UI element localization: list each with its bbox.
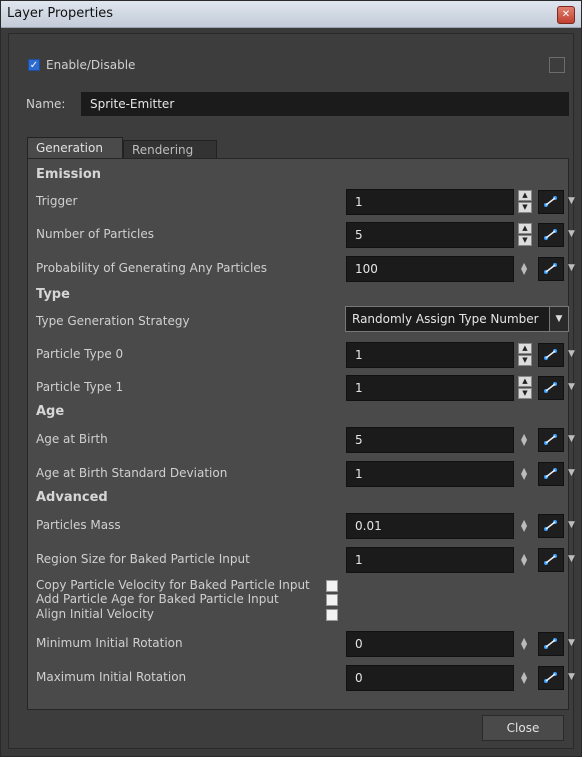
age-at-birth-stepper[interactable]: ▲ ▼: [521, 433, 527, 447]
tab-rendering[interactable]: Rendering: [123, 140, 217, 159]
min-rotation-label: Minimum Initial Rotation: [36, 636, 183, 650]
enable-checkbox[interactable]: ✓: [28, 59, 40, 71]
generation-panel: Emission Trigger 1 ▲ ▼ ▼ Number of Partic…: [27, 158, 575, 710]
probability-label: Probability of Generating Any Particles: [36, 261, 267, 275]
particle-type-0-function-button[interactable]: [538, 343, 564, 367]
max-rotation-field[interactable]: 0: [346, 665, 514, 691]
add-age-label: Add Particle Age for Baked Particle Inpu…: [36, 592, 279, 606]
add-age-checkbox[interactable]: [326, 594, 338, 606]
particle-type-0-menu-arrow[interactable]: ▼: [568, 349, 575, 359]
trigger-menu-arrow[interactable]: ▼: [568, 196, 575, 206]
particle-type-1-menu-arrow[interactable]: ▼: [568, 382, 575, 392]
region-size-field[interactable]: 1: [346, 547, 514, 573]
region-size-function-button[interactable]: [538, 548, 564, 572]
name-field[interactable]: Sprite-Emitter: [81, 92, 569, 116]
function-curve-icon: [544, 434, 557, 445]
particles-mass-label: Particles Mass: [36, 518, 121, 532]
trigger-stepper[interactable]: ▲ ▼: [518, 190, 532, 214]
max-rotation-menu-arrow[interactable]: ▼: [568, 672, 575, 682]
function-curve-icon: [544, 672, 557, 683]
particles-mass-stepper[interactable]: ▲ ▼: [521, 519, 527, 533]
particles-mass-field[interactable]: 0.01: [346, 513, 514, 539]
color-swatch-checkbox[interactable]: [549, 57, 565, 73]
num-particles-field[interactable]: 5: [346, 222, 514, 248]
min-rotation-menu-arrow[interactable]: ▼: [568, 638, 575, 648]
copy-velocity-checkbox[interactable]: [326, 580, 338, 592]
num-particles-function-button[interactable]: [538, 223, 564, 247]
probability-menu-arrow[interactable]: ▼: [568, 263, 575, 273]
dialog-body: ✓ Enable/Disable Name: Sprite-Emitter Ge…: [8, 33, 575, 749]
trigger-function-button[interactable]: [538, 190, 564, 214]
probability-field[interactable]: 100: [346, 256, 514, 282]
age-at-birth-label: Age at Birth: [36, 432, 108, 446]
function-curve-icon: [544, 382, 557, 393]
copy-velocity-label: Copy Particle Velocity for Baked Particl…: [36, 578, 310, 592]
num-particles-label: Number of Particles: [36, 227, 154, 241]
trigger-field[interactable]: 1: [346, 189, 514, 215]
max-rotation-function-button[interactable]: [538, 666, 564, 690]
age-std-dev-label: Age at Birth Standard Deviation: [36, 466, 228, 480]
trigger-label: Trigger: [36, 194, 78, 208]
particle-type-0-label: Particle Type 0: [36, 347, 124, 361]
chevron-down-icon: ▼: [549, 307, 568, 331]
region-size-stepper[interactable]: ▲ ▼: [521, 553, 527, 567]
probability-stepper[interactable]: ▲ ▼: [521, 262, 527, 276]
function-curve-icon: [544, 349, 557, 360]
close-button[interactable]: Close: [482, 715, 564, 741]
name-label: Name:: [26, 97, 66, 111]
title-bar[interactable]: Layer Properties ✕: [1, 1, 581, 28]
max-rotation-label: Maximum Initial Rotation: [36, 670, 187, 684]
section-age: Age: [36, 404, 65, 419]
age-at-birth-field[interactable]: 5: [346, 427, 514, 453]
probability-function-button[interactable]: [538, 257, 564, 281]
function-curve-icon: [544, 196, 557, 207]
particles-mass-function-button[interactable]: [538, 514, 564, 538]
particle-type-1-stepper[interactable]: ▲ ▼: [518, 376, 532, 400]
section-advanced: Advanced: [36, 490, 108, 505]
age-at-birth-menu-arrow[interactable]: ▼: [568, 434, 575, 444]
function-curve-icon: [544, 229, 557, 240]
min-rotation-field[interactable]: 0: [346, 631, 514, 657]
section-emission: Emission: [36, 167, 101, 182]
particle-type-0-stepper[interactable]: ▲ ▼: [518, 343, 532, 367]
align-velocity-label: Align Initial Velocity: [36, 607, 155, 621]
particle-type-1-function-button[interactable]: [538, 376, 564, 400]
window-title: Layer Properties: [7, 6, 114, 21]
particles-mass-menu-arrow[interactable]: ▼: [568, 520, 575, 530]
num-particles-menu-arrow[interactable]: ▼: [568, 229, 575, 239]
layer-properties-window: Layer Properties ✕ ✓ Enable/Disable Name…: [0, 0, 582, 757]
section-type: Type: [36, 287, 70, 302]
age-at-birth-function-button[interactable]: [538, 428, 564, 452]
type-strategy-select[interactable]: Randomly Assign Type Number ▼: [345, 306, 569, 332]
age-std-dev-menu-arrow[interactable]: ▼: [568, 468, 575, 478]
max-rotation-stepper[interactable]: ▲ ▼: [521, 671, 527, 685]
function-curve-icon: [544, 520, 557, 531]
particle-type-1-label: Particle Type 1: [36, 380, 124, 394]
age-std-dev-stepper[interactable]: ▲ ▼: [521, 467, 527, 481]
age-std-dev-field[interactable]: 1: [346, 461, 514, 487]
function-curve-icon: [544, 638, 557, 649]
min-rotation-function-button[interactable]: [538, 632, 564, 656]
particle-type-0-field[interactable]: 1: [346, 342, 514, 368]
type-strategy-value: Randomly Assign Type Number: [352, 312, 539, 326]
enable-label: Enable/Disable: [46, 58, 136, 72]
region-size-label: Region Size for Baked Particle Input: [36, 552, 250, 566]
region-size-menu-arrow[interactable]: ▼: [568, 554, 575, 564]
function-curve-icon: [544, 468, 557, 479]
age-std-dev-function-button[interactable]: [538, 462, 564, 486]
tab-generation[interactable]: Generation: [27, 137, 123, 159]
min-rotation-stepper[interactable]: ▲ ▼: [521, 637, 527, 651]
close-window-icon[interactable]: ✕: [557, 6, 575, 24]
type-strategy-label: Type Generation Strategy: [36, 314, 190, 328]
function-curve-icon: [544, 263, 557, 274]
align-velocity-checkbox[interactable]: [326, 609, 338, 621]
function-curve-icon: [544, 554, 557, 565]
particle-type-1-field[interactable]: 1: [346, 375, 514, 401]
num-particles-stepper[interactable]: ▲ ▼: [518, 223, 532, 247]
